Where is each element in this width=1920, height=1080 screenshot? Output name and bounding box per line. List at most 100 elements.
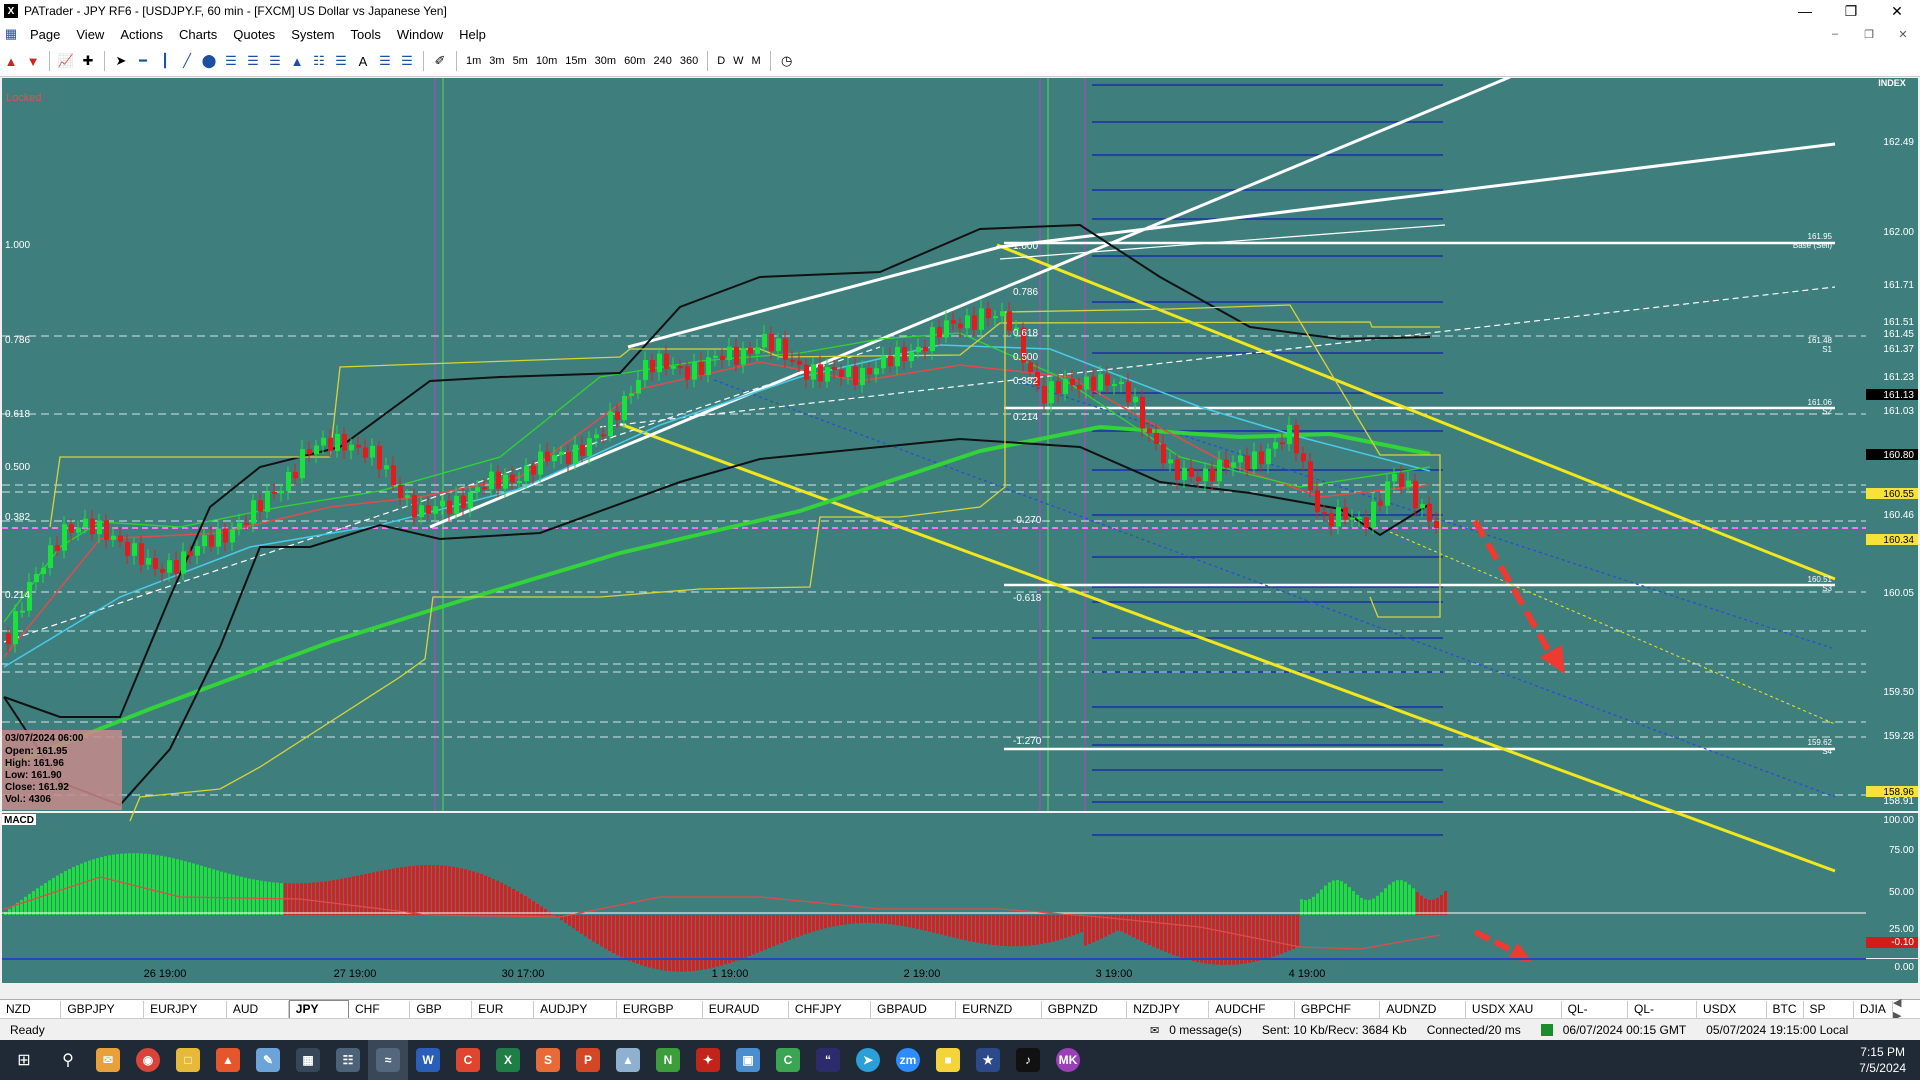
new-chart-icon[interactable]: 📈 <box>56 51 76 71</box>
orange-app-icon[interactable]: S <box>528 1040 568 1080</box>
tab-euraud[interactable]: EURAUD RF6 <box>703 1000 789 1033</box>
tab-aud[interactable]: AUD RF6 <box>227 1000 289 1033</box>
remote-desktop-icon[interactable]: ▣ <box>728 1040 768 1080</box>
clock-icon[interactable]: ◷ <box>777 51 797 71</box>
menu-system[interactable]: System <box>283 27 342 42</box>
mdi-minimize-button[interactable]: – <box>1818 28 1852 41</box>
timeframe-240[interactable]: 240 <box>649 55 675 67</box>
tab-ql-majors[interactable]: QL-Majors <box>1562 1000 1628 1033</box>
tiktok-icon[interactable]: ♪ <box>1008 1040 1048 1080</box>
mdi-restore-button[interactable]: ❐ <box>1852 28 1886 41</box>
fib-retracement-icon[interactable]: ☰ <box>243 51 263 71</box>
photos-icon[interactable]: ▲ <box>608 1040 648 1080</box>
calculator-icon[interactable]: ☷ <box>328 1040 368 1080</box>
timeframe-5m[interactable]: 5m <box>509 55 532 67</box>
text-icon[interactable]: A <box>353 51 373 71</box>
minimize-button[interactable]: — <box>1782 0 1828 22</box>
tab-chf[interactable]: CHF RF6 <box>349 1000 411 1033</box>
zoom-icon[interactable]: zm <box>888 1040 928 1080</box>
chrome-icon[interactable]: ◉ <box>128 1040 168 1080</box>
quote-app-icon[interactable]: “ <box>808 1040 848 1080</box>
trendline-icon[interactable]: ╱ <box>177 51 197 71</box>
gann-fan-icon[interactable]: ▲ <box>287 51 307 71</box>
tab-eur[interactable]: EUR RF6 <box>472 1000 535 1033</box>
crosshair-icon[interactable]: ✚ <box>78 51 98 71</box>
close-button[interactable]: ✕ <box>1874 0 1920 22</box>
sticky-notes-icon[interactable]: ■ <box>928 1040 968 1080</box>
tab-chfjpy[interactable]: CHFJPY RF6 <box>789 1000 872 1033</box>
tab-eurjpy[interactable]: EURJPY RF6 <box>144 1000 227 1033</box>
powerpoint-icon[interactable]: P <box>568 1040 608 1080</box>
pointer-icon[interactable]: ➤ <box>111 51 131 71</box>
pivot-icon[interactable]: ☰ <box>331 51 351 71</box>
buy-sell-icon[interactable]: ▲ <box>1 51 21 71</box>
tab-usdx-xau-wti[interactable]: USDX XAU WTI <box>1466 1000 1562 1033</box>
tab-audjpy[interactable]: AUDJPY RF6 <box>534 1000 617 1033</box>
profile-app-icon[interactable]: MK <box>1048 1040 1088 1080</box>
tab-gbpjpy[interactable]: GBPJPY RF6 <box>61 1000 145 1033</box>
fib-fan-icon[interactable]: ☰ <box>221 51 241 71</box>
camtasia-icon[interactable]: C <box>768 1040 808 1080</box>
horizontal-line-icon[interactable]: ━ <box>133 51 153 71</box>
menu-charts[interactable]: Charts <box>171 27 225 42</box>
menu-tools[interactable]: Tools <box>343 27 389 42</box>
menu-quotes[interactable]: Quotes <box>225 27 283 42</box>
tab-jpy[interactable]: JPY RF6 <box>288 1000 350 1033</box>
word-icon[interactable]: W <box>408 1040 448 1080</box>
timeframe-10m[interactable]: 10m <box>532 55 561 67</box>
tab-audnzd[interactable]: AUDNZD RF6 <box>1380 1000 1466 1033</box>
timeframe-w[interactable]: W <box>729 55 747 67</box>
taskbar-clock[interactable]: 7:15 PM 7/5/2024 <box>1859 1044 1920 1076</box>
timeframe-60m[interactable]: 60m <box>620 55 649 67</box>
red-app-icon[interactable]: C <box>448 1040 488 1080</box>
fib-extension-icon[interactable]: ☰ <box>265 51 285 71</box>
tab-usdx[interactable]: USDX RF6 <box>1697 1000 1767 1033</box>
cycle-lines-icon[interactable]: ☷ <box>309 51 329 71</box>
patrader-icon[interactable]: ≈ <box>368 1040 408 1080</box>
status-messages[interactable]: 0 message(s) <box>1159 1023 1252 1037</box>
mail-app-icon[interactable]: ✉ <box>88 1040 128 1080</box>
tab-ql-exotics[interactable]: QL-Exotics <box>1628 1000 1697 1033</box>
timeframe-30m[interactable]: 30m <box>591 55 620 67</box>
tab-gbp[interactable]: GBP RF6 <box>410 1000 473 1033</box>
levels-icon[interactable]: ☰ <box>375 51 395 71</box>
price-axis[interactable] <box>1866 78 1918 811</box>
draw-icon[interactable]: ✐ <box>430 51 450 71</box>
green-app-icon[interactable]: N <box>648 1040 688 1080</box>
tab-gbpaud[interactable]: GBPAUD RF6 <box>871 1000 957 1033</box>
brave-icon[interactable]: ▲ <box>208 1040 248 1080</box>
timeframe-3m[interactable]: 3m <box>485 55 508 67</box>
tab-sp500[interactable]: SP 500 <box>1804 1000 1854 1033</box>
restore-button[interactable]: ❐ <box>1828 0 1874 22</box>
order-icon[interactable]: ▼ <box>23 51 43 71</box>
timeframe-1m[interactable]: 1m <box>462 55 485 67</box>
tab-btc[interactable]: BTC <box>1767 1000 1804 1018</box>
channel-icon[interactable]: ⬤ <box>199 51 219 71</box>
trading-app-icon[interactable]: ▦ <box>288 1040 328 1080</box>
ruler-icon[interactable]: ☰ <box>397 51 417 71</box>
search-icon[interactable]: ⚲ <box>48 1040 88 1080</box>
windows-start-icon[interactable]: ⊞ <box>0 1040 48 1080</box>
file-explorer-icon[interactable]: □ <box>168 1040 208 1080</box>
tab-nzd[interactable]: NZD RF6 <box>0 1000 62 1033</box>
mdi-close-button[interactable]: ✕ <box>1886 28 1920 41</box>
price-chart[interactable]: 1.000 0.786 0.618 0.500 0.382 0.214 1.000 0.786… <box>0 77 1920 984</box>
tab-audchf[interactable]: AUDCHF RF6 <box>1209 1000 1295 1033</box>
tab-eurnzd[interactable]: EURNZD RF6 <box>956 1000 1042 1033</box>
tab-gbpchf[interactable]: GBPCHF RF6 <box>1295 1000 1381 1033</box>
bird-app-icon[interactable]: ✦ <box>688 1040 728 1080</box>
excel-icon[interactable]: X <box>488 1040 528 1080</box>
menu-window[interactable]: Window <box>389 27 451 42</box>
timeframe-360[interactable]: 360 <box>676 55 702 67</box>
menu-help[interactable]: Help <box>451 27 494 42</box>
menu-actions[interactable]: Actions <box>112 27 171 42</box>
main-pane[interactable] <box>2 78 1866 811</box>
timeframe-d[interactable]: D <box>713 55 729 67</box>
tab-nzdjpy[interactable]: NZDJPY RF6 <box>1127 1000 1210 1033</box>
tab-gbpnzd[interactable]: GBPNZD RF6 <box>1042 1000 1128 1033</box>
vertical-line-icon[interactable]: ┃ <box>155 51 175 71</box>
star-app-icon[interactable]: ★ <box>968 1040 1008 1080</box>
timeframe-m[interactable]: M <box>748 55 765 67</box>
menu-page[interactable]: Page <box>22 27 68 42</box>
menu-view[interactable]: View <box>68 27 112 42</box>
